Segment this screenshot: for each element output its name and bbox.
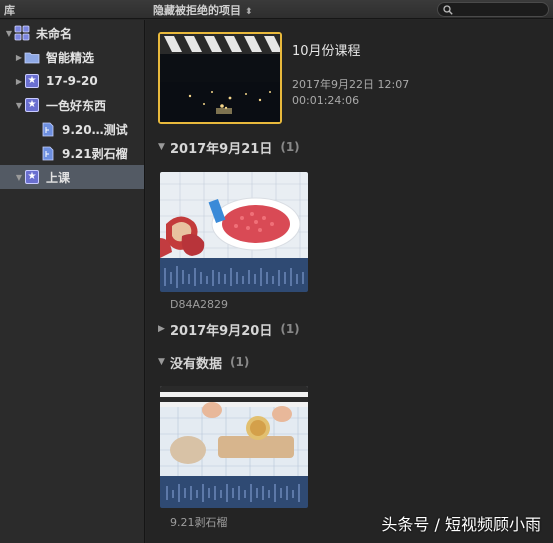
sidebar-item-label: 智能精选 bbox=[46, 50, 95, 65]
sidebar-item-project-9-20[interactable]: 9.20…测试 bbox=[0, 117, 144, 141]
sidebar-item-label: 一色好东西 bbox=[46, 98, 107, 113]
disclosure-collapsed-icon[interactable]: ▶ bbox=[14, 77, 24, 86]
disclosure-expanded-icon[interactable]: ▼ bbox=[4, 29, 14, 38]
disclosure-expanded-icon[interactable]: ▼ bbox=[158, 142, 170, 152]
filter-label: 隐藏被拒绝的项目 bbox=[153, 4, 241, 17]
sidebar-item-label: 上课 bbox=[46, 170, 71, 185]
date-section-header[interactable]: ▶ 2017年9月20日 (1) bbox=[158, 320, 300, 339]
sidebar-item-label: 9.20…测试 bbox=[62, 122, 128, 137]
clip-name: D84A2829 bbox=[170, 298, 228, 311]
date-section-header[interactable]: ▼ 2017年9月21日 (1) bbox=[158, 138, 300, 157]
event-star-icon: ★ bbox=[24, 169, 40, 185]
section-name: 2017年9月20日 bbox=[170, 323, 273, 339]
section-name: 2017年9月21日 bbox=[170, 141, 273, 157]
project-icon bbox=[40, 145, 56, 161]
sidebar-item-event-yisehaodongxi[interactable]: ▼ ★ 一色好东西 bbox=[0, 93, 144, 117]
disclosure-expanded-icon[interactable]: ▼ bbox=[158, 357, 170, 367]
event-star-icon: ★ bbox=[24, 73, 40, 89]
sidebar-item-library[interactable]: ▼ 未命名 bbox=[0, 21, 144, 45]
library-title: 库 bbox=[4, 4, 15, 17]
project-duration: 00:01:24:06 bbox=[292, 94, 360, 107]
disclosure-collapsed-icon[interactable]: ▼ bbox=[14, 173, 24, 182]
project-thumbnail[interactable] bbox=[158, 32, 282, 124]
pomegranate-plate-image bbox=[160, 172, 308, 292]
sidebar-item-event-shangke[interactable]: ▼ ★ 上课 bbox=[0, 165, 144, 189]
clip-name: 9.21剥石榴 bbox=[170, 516, 228, 529]
search-field[interactable] bbox=[437, 2, 549, 17]
library-icon bbox=[14, 25, 30, 41]
sidebar-item-label: 未命名 bbox=[36, 26, 73, 41]
sidebar-item-event-17-9-20[interactable]: ▶ ★ 17-9-20 bbox=[0, 69, 144, 93]
project-date: 2017年9月22日 12:07 bbox=[292, 78, 410, 91]
date-section-header[interactable]: ▼ 没有数据 (1) bbox=[158, 353, 250, 372]
section-count: (1) bbox=[280, 322, 300, 336]
section-count: (1) bbox=[280, 140, 300, 154]
event-browser: 10月份课程 2017年9月22日 12:07 00:01:24:06 ▼ 20… bbox=[146, 20, 553, 543]
project-title: 10月份课程 bbox=[292, 44, 361, 59]
browser-header: 库 隐藏被拒绝的项目 ⬍ bbox=[0, 0, 553, 19]
section-count: (1) bbox=[230, 355, 250, 369]
disclosure-expanded-icon[interactable]: ▼ bbox=[14, 101, 24, 110]
disclosure-collapsed-icon[interactable]: ▶ bbox=[14, 53, 24, 62]
search-icon bbox=[443, 5, 453, 15]
clapperboard-icon bbox=[160, 34, 280, 122]
sidebar-item-smart-collections[interactable]: ▶ 智能精选 bbox=[0, 45, 144, 69]
clip-thumbnail[interactable] bbox=[160, 386, 308, 508]
disclosure-collapsed-icon[interactable]: ▶ bbox=[158, 324, 170, 334]
dropdown-arrow-icon: ⬍ bbox=[245, 7, 253, 17]
library-sidebar: ▼ 未命名 ▶ 智能精选 ▶ ★ 17-9-20 ▼ ★ 一色好东西 9.20…… bbox=[0, 20, 145, 543]
folder-icon bbox=[24, 49, 40, 65]
filter-dropdown[interactable]: 隐藏被拒绝的项目 ⬍ bbox=[153, 2, 253, 18]
event-star-icon: ★ bbox=[24, 97, 40, 113]
peeling-pomegranate-image bbox=[160, 386, 308, 508]
watermark-text: 头条号 / 短视频顾小雨 bbox=[381, 515, 541, 534]
sidebar-item-label: 17-9-20 bbox=[46, 74, 98, 88]
sidebar-item-label: 9.21剥石榴 bbox=[62, 146, 128, 161]
section-name: 没有数据 bbox=[170, 356, 223, 372]
sidebar-item-project-9-21[interactable]: 9.21剥石榴 bbox=[0, 141, 144, 165]
clip-thumbnail[interactable] bbox=[160, 172, 308, 292]
project-icon bbox=[40, 121, 56, 137]
